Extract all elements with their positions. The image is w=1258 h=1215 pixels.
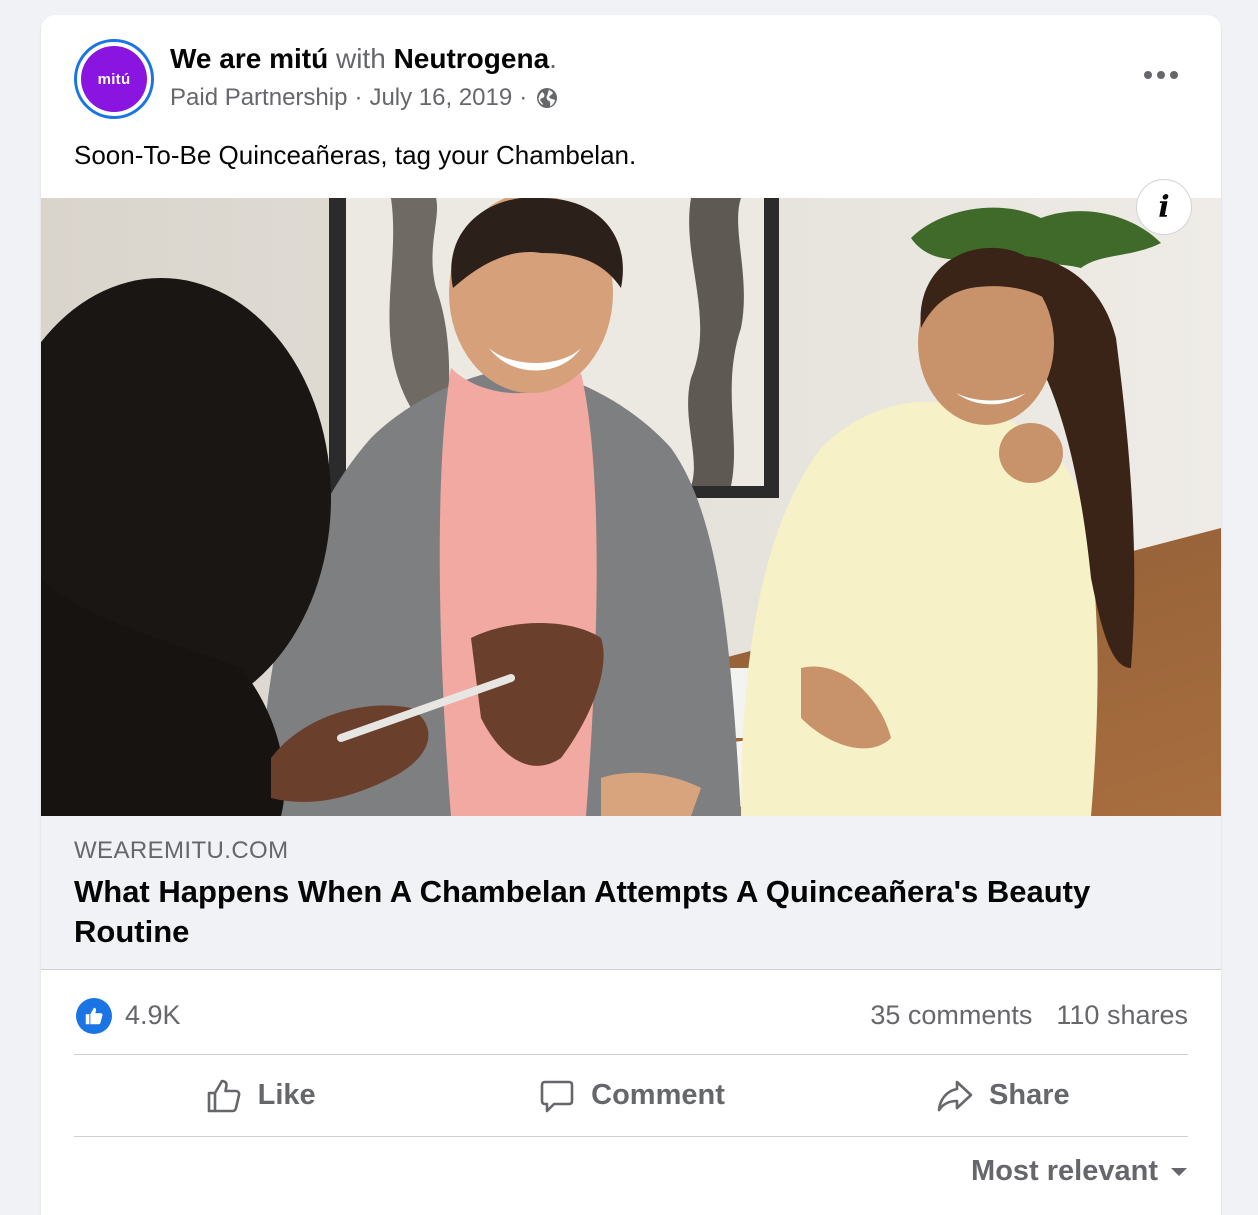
reaction-count[interactable]: 4.9K (125, 997, 181, 1033)
meta-separator-2: · (519, 84, 528, 111)
link-headline[interactable]: What Happens When A Chambelan Attempts A… (74, 872, 1114, 952)
comment-button[interactable]: Comment (445, 1055, 816, 1136)
page-avatar[interactable]: mitú (74, 39, 154, 119)
comment-share-counts: 35 comments 110 shares (870, 997, 1188, 1033)
post-title-line: We are mitú with Neutrogena. (170, 41, 557, 77)
more-horizontal-icon (1144, 71, 1178, 79)
meta-separator: · (354, 84, 363, 111)
comments-sort-dropdown[interactable]: Most relevant (971, 1155, 1188, 1188)
thumbs-up-reaction-icon[interactable] (76, 998, 112, 1034)
link-domain: WEAREMITU.COM (74, 837, 289, 864)
engagement-stats: 4.9K 35 comments 110 shares (41, 970, 1221, 1056)
with-word: with (335, 43, 386, 74)
post-card: mitú We are mitú with Neutrogena. Paid P… (41, 15, 1221, 1215)
post-meta: Paid Partnership · July 16, 2019 · (170, 82, 559, 114)
post-image[interactable] (41, 198, 1221, 816)
more-options-button[interactable] (1137, 59, 1185, 91)
thumbs-up-glyph (85, 1007, 103, 1025)
comment-label: Comment (591, 1079, 725, 1111)
info-icon[interactable]: i (1136, 179, 1192, 235)
share-button[interactable]: Share (817, 1055, 1188, 1136)
share-label: Share (989, 1079, 1070, 1111)
partner-name-link[interactable]: Neutrogena (394, 43, 550, 74)
comment-bubble-icon (540, 1080, 574, 1112)
sort-label: Most relevant (971, 1155, 1158, 1187)
title-period: . (549, 43, 557, 74)
post-header: mitú We are mitú with Neutrogena. Paid P… (41, 15, 1221, 135)
paid-partnership-label[interactable]: Paid Partnership (170, 82, 347, 114)
share-arrow-icon (937, 1080, 973, 1111)
shares-count[interactable]: 110 shares (1056, 997, 1188, 1033)
action-bar: Like Comment Share (74, 1055, 1188, 1136)
post-photo-illustration (41, 198, 1221, 816)
page-name-link[interactable]: We are mitú (170, 43, 328, 74)
like-label: Like (257, 1079, 316, 1111)
comments-count[interactable]: 35 comments (870, 997, 1032, 1033)
divider-bottom (74, 1136, 1188, 1137)
avatar-logo: mitú (81, 46, 147, 112)
globe-icon[interactable] (535, 86, 559, 110)
link-preview[interactable]: WEAREMITU.COM What Happens When A Chambe… (41, 816, 1221, 970)
post-caption: Soon-To-Be Quinceañeras, tag your Chambe… (74, 140, 637, 170)
post-date-link[interactable]: July 16, 2019 (369, 82, 512, 114)
like-button[interactable]: Like (74, 1055, 445, 1136)
thumbs-up-icon (207, 1079, 241, 1112)
caret-down-icon (1171, 1167, 1187, 1176)
